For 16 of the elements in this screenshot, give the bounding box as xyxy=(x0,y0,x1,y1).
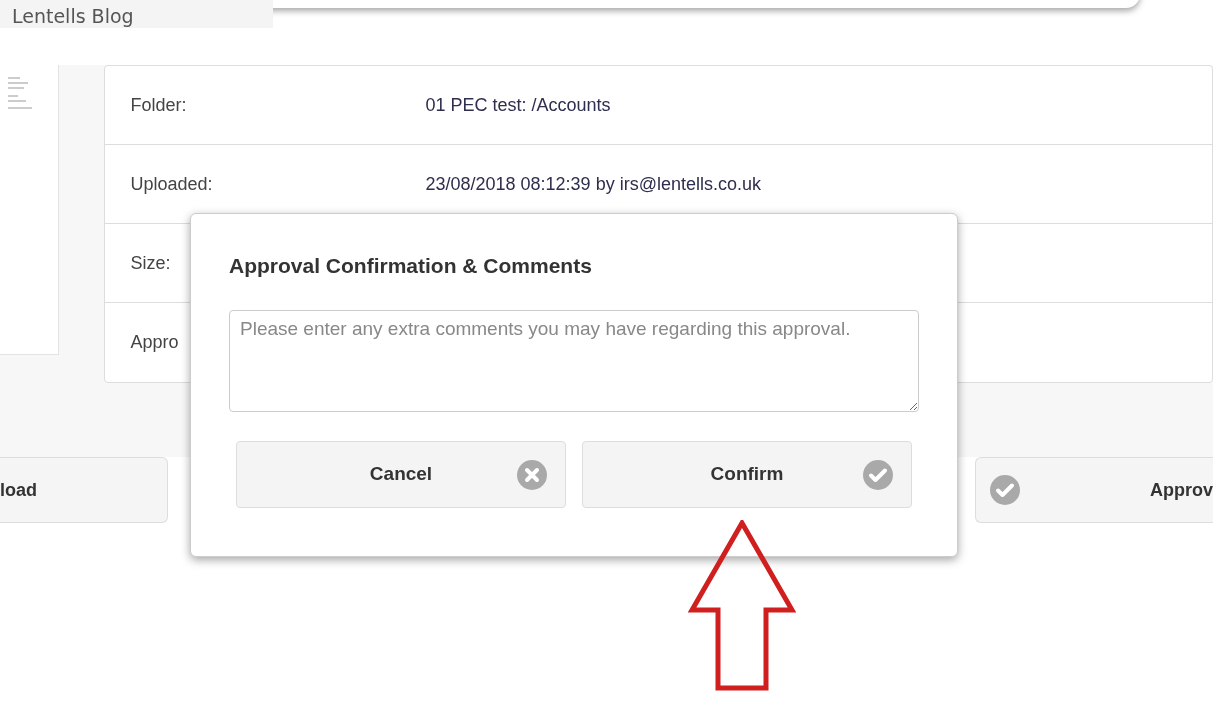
detail-value: 23/08/2018 08:12:39 by irs@lentells.co.uk xyxy=(425,172,761,196)
approve-button[interactable]: Approv xyxy=(975,457,1213,523)
confirm-button[interactable]: Confirm xyxy=(582,440,912,508)
detail-label: Folder: xyxy=(130,94,187,115)
comment-field[interactable]: Please enter any extra comments you may have regarding this approval. xyxy=(229,309,919,412)
cancel-button[interactable]: Cancel xyxy=(236,440,566,508)
close-icon xyxy=(517,459,547,490)
download-button[interactable]: load xyxy=(0,457,168,523)
check-icon xyxy=(863,459,893,490)
check-icon xyxy=(990,475,1020,505)
detail-label: Size: xyxy=(130,252,171,273)
detail-label: Appro xyxy=(130,332,179,352)
detail-value: 01 PEC test: /Accounts xyxy=(425,93,611,117)
dialog-title: Approval Confirmation & Comments xyxy=(229,253,593,279)
detail-label: Uploaded: xyxy=(130,173,213,194)
document-thumbnail[interactable] xyxy=(0,65,60,355)
